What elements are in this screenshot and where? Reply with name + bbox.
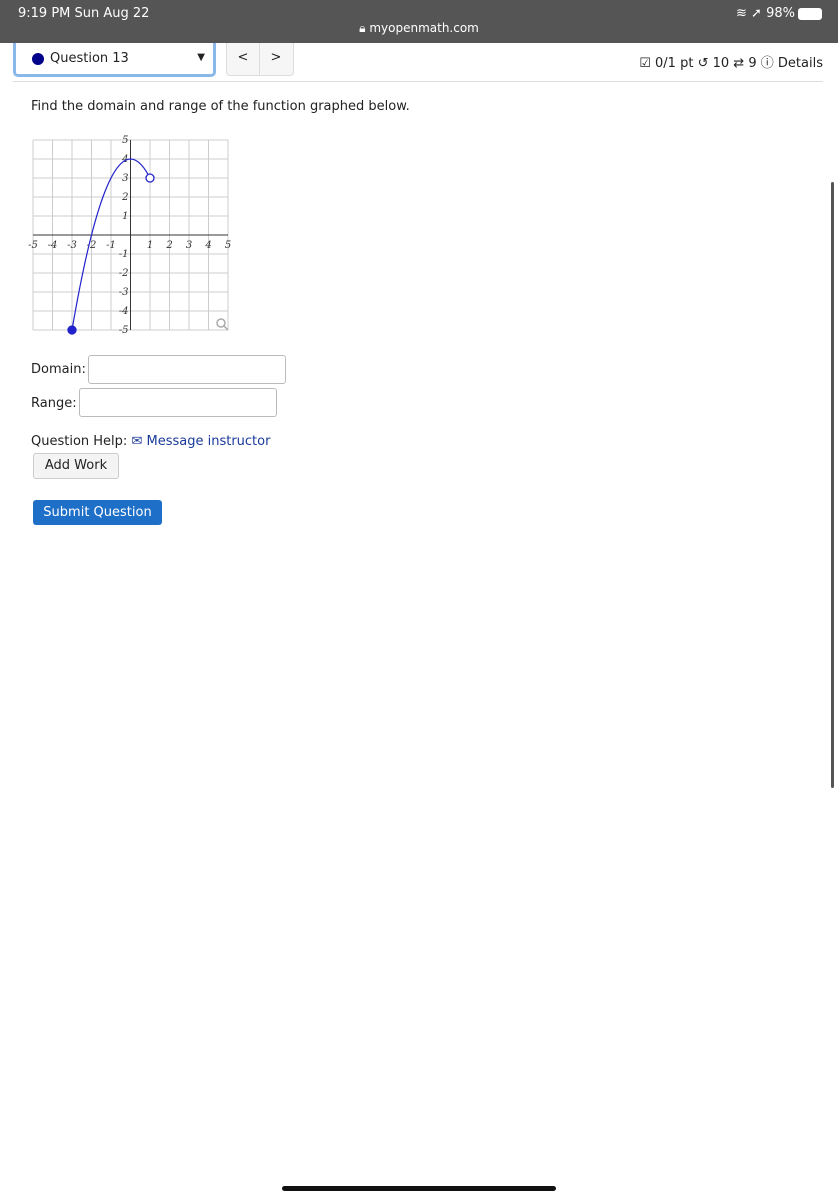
attempts: 9 xyxy=(748,56,757,71)
divider xyxy=(13,81,823,82)
x-tick-label: 3 xyxy=(186,240,192,251)
zoom-icon[interactable] xyxy=(216,318,229,331)
range-label: Range: xyxy=(31,396,77,411)
y-tick-label: -3 xyxy=(119,287,129,298)
url: myopenmath.com xyxy=(369,21,479,35)
scrollbar[interactable] xyxy=(831,182,834,788)
info-icon[interactable]: ⓘ xyxy=(761,56,774,71)
y-tick-label: -1 xyxy=(119,249,129,260)
x-tick-label: -1 xyxy=(106,240,116,251)
x-tick-label: -4 xyxy=(48,240,58,251)
question-label: Question 13 xyxy=(50,51,129,66)
function-graph: -5 -4 -3 -2 -1 1 2 3 4 554321-1-2-3-4-5 xyxy=(28,135,231,336)
add-work-button[interactable]: Add Work xyxy=(33,453,119,479)
question-selector[interactable]: Question 13 ▼ xyxy=(13,43,216,77)
y-tick-label: 3 xyxy=(122,173,128,184)
y-tick-label: -2 xyxy=(119,268,129,279)
location-icon: ➚ xyxy=(751,6,762,21)
prev-button[interactable]: < xyxy=(227,50,259,65)
y-tick-label: 5 xyxy=(122,135,128,146)
details-link[interactable]: Details xyxy=(778,56,823,71)
score-info: ☑ 0/1 pt ↺ 10 ⇄ 9 ⓘ Details xyxy=(639,52,823,71)
closed-endpoint xyxy=(67,325,77,335)
range-input[interactable] xyxy=(79,388,277,417)
retries: 10 xyxy=(712,56,730,71)
next-button[interactable]: > xyxy=(260,50,292,65)
x-tick-label: 1 xyxy=(147,240,153,251)
battery-icon xyxy=(798,7,822,20)
lock-icon: 🔒︎ xyxy=(359,21,366,35)
question-nav: < > xyxy=(226,43,294,76)
attempts-icon: ⇄ xyxy=(733,56,745,71)
status-dot-icon xyxy=(32,53,44,65)
x-tick-label: -3 xyxy=(67,240,77,251)
x-tick-label: -5 xyxy=(28,240,38,251)
submit-button[interactable]: Submit Question xyxy=(33,500,162,525)
question-help: Question Help: ✉ Message instructor xyxy=(31,434,270,449)
open-endpoint xyxy=(145,173,155,183)
battery-level: 98% xyxy=(766,6,795,21)
checkbox-icon: ☑ xyxy=(639,56,651,71)
home-indicator xyxy=(282,1186,556,1191)
x-tick-label: 2 xyxy=(165,240,172,251)
status-bar: 9:19 PM Sun Aug 22 🔒︎ myopenmath.com ≋ ➚… xyxy=(0,0,838,43)
chevron-down-icon: ▼ xyxy=(197,52,205,63)
y-tick-label: -5 xyxy=(119,325,129,336)
help-label: Question Help: xyxy=(31,434,128,449)
time: 9:19 PM Sun Aug 22 xyxy=(18,6,150,21)
mail-icon: ✉ xyxy=(131,434,143,449)
x-tick-label: 5 xyxy=(225,240,231,251)
message-label: Message instructor xyxy=(146,434,271,449)
message-instructor-link[interactable]: ✉ Message instructor xyxy=(131,434,270,449)
status-icons: ≋ ➚ 98% xyxy=(736,6,822,21)
question-prompt: Find the domain and range of the functio… xyxy=(31,99,410,114)
url-bar[interactable]: 🔒︎ myopenmath.com xyxy=(0,21,838,36)
domain-label: Domain: xyxy=(31,362,86,377)
points: 0/1 pt xyxy=(655,56,694,71)
x-tick-label: 4 xyxy=(204,240,211,251)
y-tick-label: 2 xyxy=(121,192,128,203)
y-tick-label: -4 xyxy=(119,306,129,317)
wifi-icon: ≋ xyxy=(736,6,747,21)
domain-input[interactable] xyxy=(88,355,286,384)
retry-icon: ↺ xyxy=(697,56,709,71)
y-tick-label: 1 xyxy=(122,211,128,222)
